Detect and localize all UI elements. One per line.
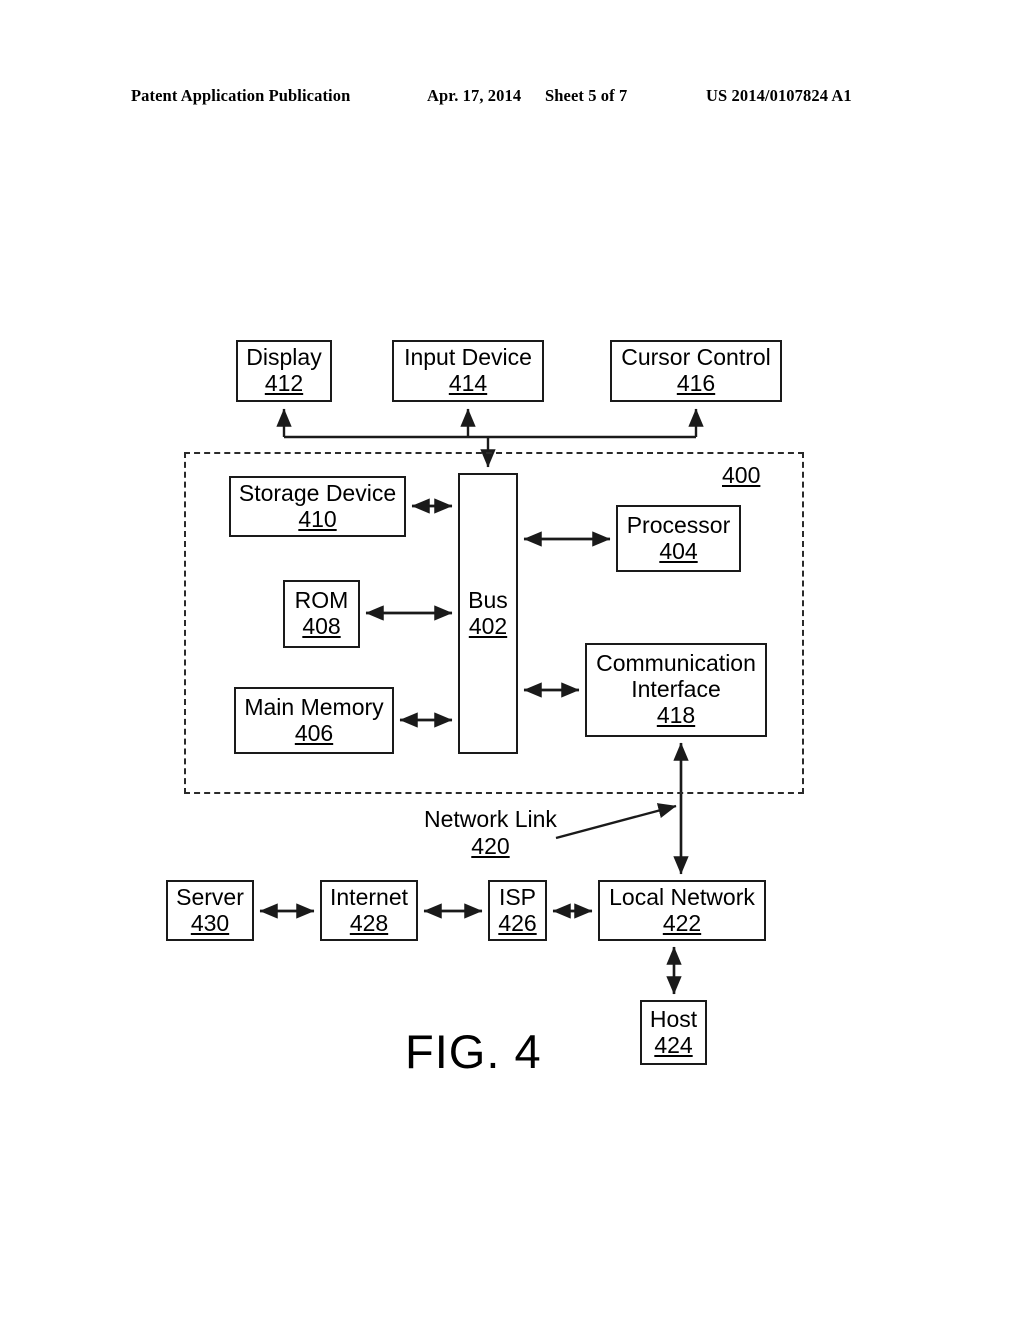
network-link-number: 420 — [471, 833, 510, 860]
node-isp-number: 426 — [498, 909, 537, 936]
node-processor-label: Processor — [626, 511, 731, 538]
node-communication-interface: Communication Interface 418 — [585, 643, 767, 737]
node-storage-device: Storage Device 410 — [229, 476, 406, 537]
node-communication-interface-label-line2: Interface — [631, 676, 721, 703]
node-isp-label: ISP — [498, 883, 537, 910]
node-host: Host 424 — [640, 1000, 707, 1065]
node-host-label: Host — [649, 1005, 698, 1032]
node-main-memory-number: 406 — [294, 719, 334, 746]
node-main-memory-label: Main Memory — [244, 693, 384, 720]
node-bus-number: 402 — [468, 612, 508, 639]
node-rom: ROM 408 — [283, 580, 360, 648]
node-server: Server 430 — [166, 880, 254, 941]
node-display-label: Display — [246, 344, 322, 371]
node-host-number: 424 — [654, 1031, 693, 1058]
node-input-device: Input Device 414 — [392, 340, 544, 402]
node-internet: Internet 428 — [320, 880, 418, 941]
node-storage-device-number: 410 — [298, 505, 337, 532]
node-processor-number: 404 — [659, 537, 698, 564]
node-bus: Bus 402 — [458, 473, 518, 754]
node-internet-number: 428 — [349, 909, 389, 936]
node-internet-label: Internet — [330, 883, 408, 910]
network-link-label-text: Network Link — [424, 806, 557, 832]
node-communication-interface-label-line1: Communication — [596, 650, 756, 677]
node-isp: ISP 426 — [488, 880, 547, 941]
node-storage-device-label: Storage Device — [238, 479, 397, 506]
node-local-network-label: Local Network — [609, 883, 755, 910]
node-cursor-control: Cursor Control 416 — [610, 340, 782, 402]
node-communication-interface-number: 418 — [656, 701, 696, 728]
node-server-number: 430 — [190, 909, 230, 936]
system-reference-number: 400 — [722, 462, 761, 488]
node-input-device-label: Input Device — [404, 344, 532, 371]
node-local-network: Local Network 422 — [598, 880, 766, 941]
node-processor: Processor 404 — [616, 505, 741, 572]
node-input-device-number: 414 — [448, 370, 488, 396]
node-display: Display 412 — [236, 340, 332, 402]
figure-4-diagram: 400 Display 412 Input Device 414 Cursor … — [0, 0, 1024, 1320]
node-server-label: Server — [176, 883, 244, 910]
node-local-network-number: 422 — [662, 909, 702, 936]
node-display-number: 412 — [264, 370, 304, 396]
node-cursor-control-number: 416 — [676, 370, 716, 396]
node-rom-number: 408 — [302, 613, 341, 639]
node-bus-label: Bus — [468, 586, 508, 613]
network-link-annotation: Network Link 420 — [424, 806, 557, 860]
node-rom-label: ROM — [294, 587, 349, 614]
figure-caption: FIG. 4 — [405, 1025, 542, 1078]
node-cursor-control-label: Cursor Control — [621, 344, 771, 371]
node-main-memory: Main Memory 406 — [234, 687, 394, 754]
